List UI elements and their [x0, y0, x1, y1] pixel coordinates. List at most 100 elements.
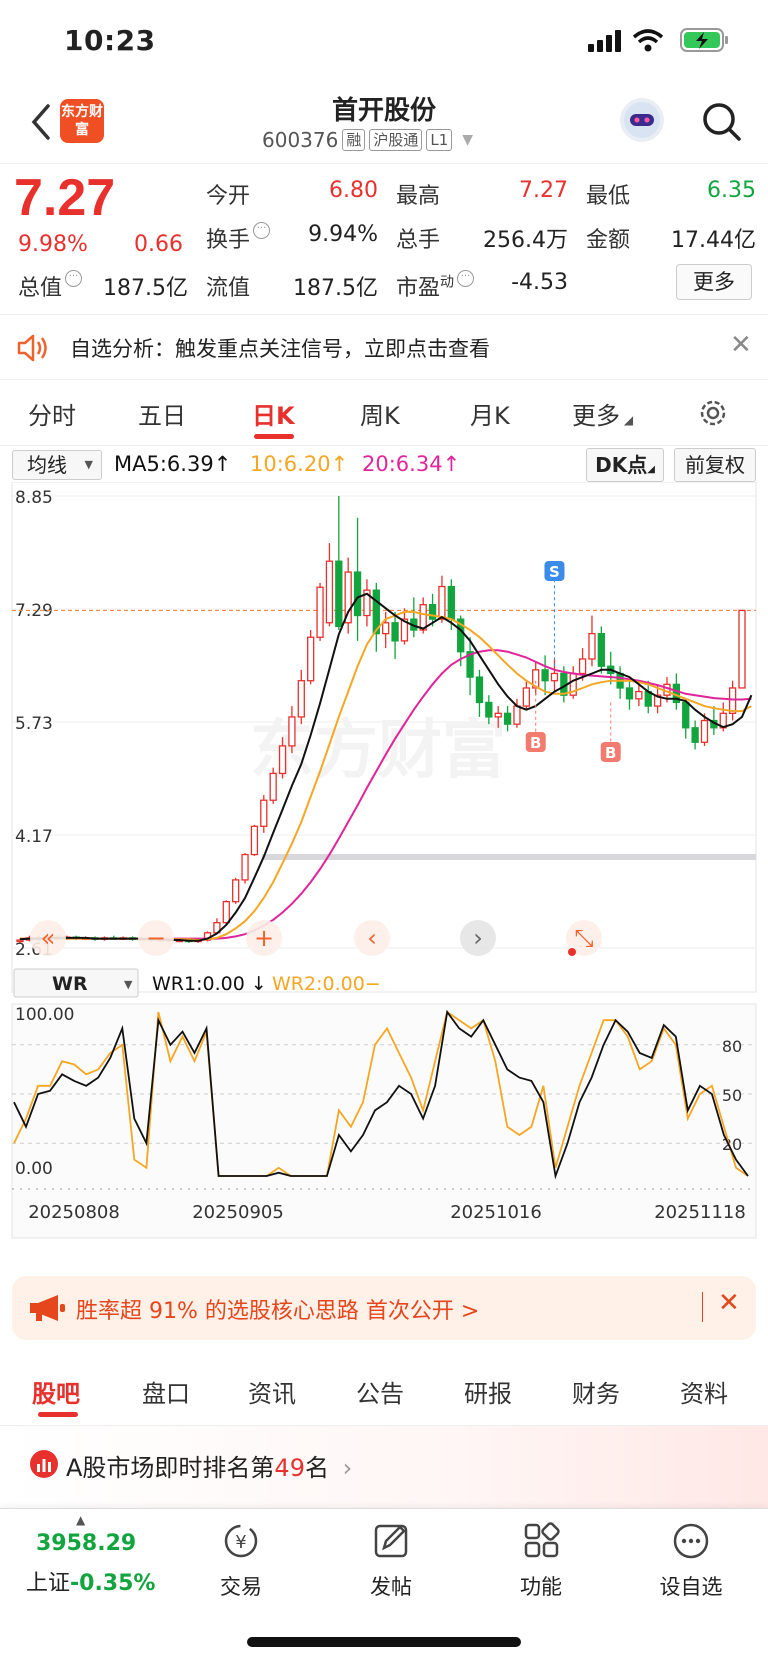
y-tick-label: 5.73	[15, 714, 53, 734]
promo-banner[interactable]: 胜率超 91% 的选股核心思路 首次公开 > ✕	[12, 1276, 756, 1340]
dropdown-triangle-icon[interactable]: ▼	[462, 132, 473, 148]
nav-add-watchlist-label: 设自选	[659, 1575, 723, 1599]
candle-down	[541, 669, 549, 682]
bottom-navigation: ▲ 3958.29 上证-0.35% ¥ 交易 发帖 功能 设自选	[0, 1508, 768, 1663]
candle-down	[428, 604, 437, 620]
x-tick-label: 20250905	[192, 1202, 284, 1223]
period-tabs: 分时 五日 日K 周K 月K 更多 ◢	[0, 380, 768, 446]
fullscreen-icon[interactable]: ⤡	[574, 924, 593, 952]
ma10-label: 10:6.20↑	[250, 452, 349, 476]
quote-value-volume: 256.4万	[483, 228, 568, 253]
assistant-robot-icon[interactable]	[620, 98, 664, 142]
tab-weekly-k[interactable]: 周K	[360, 396, 400, 431]
analysis-alert[interactable]: 自选分析：触发重点关注信号，立即点击查看 ✕	[0, 314, 768, 380]
scroll-right-icon[interactable]: ›	[473, 924, 483, 952]
market-rank-row[interactable]: A股市场即时排名第49名 ›	[0, 1426, 768, 1508]
tab-monthly-k[interactable]: 月K	[470, 396, 510, 431]
scroll-left-fast-icon[interactable]: «	[41, 924, 56, 952]
nav-trade[interactable]: ¥ 交易	[196, 1521, 286, 1601]
wr-tick-bottom: 0.00	[15, 1159, 53, 1179]
support-band	[262, 854, 756, 860]
tab-profile[interactable]: 资料	[680, 1374, 728, 1409]
banner-divider	[702, 1292, 703, 1322]
index-value[interactable]: 3958.29	[36, 1531, 136, 1556]
tab-research[interactable]: 研报	[464, 1374, 512, 1409]
candle-down	[625, 687, 634, 700]
tab-announcements[interactable]: 公告	[356, 1374, 404, 1409]
quote-label-float-cap: 流值	[206, 276, 251, 301]
tab-finance[interactable]: 财务	[572, 1374, 620, 1409]
status-time: 10:23	[64, 24, 156, 57]
quote-label-high: 最高	[396, 184, 441, 209]
quote-label-pe: 市盈动 ···	[396, 270, 475, 302]
ma5-label: MA5:6.39↑	[114, 452, 232, 476]
edit-post-icon	[374, 1524, 408, 1558]
content-tabs: 股吧 盘口 资讯 公告 研报 财务 资料	[0, 1360, 768, 1426]
index-label[interactable]: 上证-0.35%	[26, 1565, 155, 1597]
adjust-button[interactable]: 前复权	[674, 448, 756, 482]
quote-value-open: 6.80	[329, 178, 378, 203]
wr-right-tick: 50	[722, 1086, 742, 1105]
candle-up	[288, 716, 296, 747]
candle-up	[325, 560, 334, 624]
kline-svg[interactable]: 8.857.295.734.172.61东方财富SBB« − + ‹ › ⤡WR ▼ WR1:…	[0, 482, 768, 1242]
candle-down	[475, 676, 484, 704]
trade-icon: ¥	[224, 1524, 258, 1558]
tab-intraday[interactable]: 分时	[28, 396, 76, 431]
zoom-out-icon[interactable]: −	[146, 924, 166, 952]
candle-up	[232, 879, 240, 903]
expand-arrow-icon[interactable]: ▲	[76, 1513, 85, 1527]
close-icon[interactable]: ✕	[730, 330, 752, 360]
quote-value-high: 7.27	[519, 178, 568, 203]
settings-gear-icon[interactable]	[696, 396, 730, 430]
close-icon[interactable]: ✕	[718, 1288, 740, 1318]
tab-daily-k[interactable]: 日K	[252, 396, 295, 431]
info-icon[interactable]: ···	[65, 270, 83, 287]
change-amount: 0.66	[134, 232, 183, 257]
quote-panel: 7.27 9.98% 0.66 今开 6.80 最高 7.27 最低 6.35 …	[0, 164, 768, 314]
tab-order-book[interactable]: 盘口	[142, 1374, 190, 1409]
candle-up	[578, 658, 587, 675]
tab-forum[interactable]: 股吧	[32, 1374, 80, 1409]
active-tab-underline	[38, 1412, 78, 1417]
candle-down	[682, 701, 690, 729]
y-tick-label: 8.85	[15, 488, 53, 508]
candle-up	[222, 900, 230, 924]
search-icon[interactable]	[700, 100, 744, 144]
info-icon[interactable]: ···	[253, 222, 271, 239]
quote-value-market-cap: 187.5亿	[103, 276, 188, 301]
more-button[interactable]: 更多	[676, 264, 752, 300]
nav-add-watchlist[interactable]: 设自选	[646, 1521, 736, 1601]
dk-point-button[interactable]: DK点◢	[586, 448, 664, 482]
nav-functions[interactable]: 功能	[496, 1521, 586, 1601]
quote-value-amount: 17.44亿	[671, 228, 756, 253]
wr1-label: WR1:0.00 ↓	[152, 973, 267, 995]
wifi-icon	[632, 29, 664, 52]
candle-up	[16, 939, 24, 943]
quote-value-float-cap: 187.5亿	[293, 276, 378, 301]
scroll-left-icon[interactable]: ‹	[367, 924, 377, 952]
quote-label-amount: 金额	[586, 228, 631, 253]
active-tab-underline	[254, 434, 294, 439]
signal-icon	[588, 30, 621, 52]
candle-up	[550, 672, 559, 682]
candle-up	[522, 687, 530, 707]
tag-connect: 沪股通	[369, 129, 423, 151]
kline-chart-area: 均线 ▼ MA5:6.39↑ 10:6.20↑ 20:6.34↑ DK点◢ 前复权…	[0, 446, 768, 1276]
info-icon[interactable]: ···	[457, 270, 475, 287]
indicator-select[interactable]: 均线 ▼	[12, 450, 102, 480]
tab-news[interactable]: 资讯	[248, 1374, 296, 1409]
candle-up	[260, 799, 268, 827]
nav-post[interactable]: 发帖	[346, 1521, 436, 1601]
grid-functions-icon	[524, 1522, 560, 1558]
banner-text: 胜率超 91% 的选股核心思路 首次公开 >	[76, 1299, 480, 1324]
x-tick-label: 20250808	[28, 1202, 120, 1223]
tag-margin: 融	[342, 129, 366, 151]
x-tick-label: 20251016	[450, 1202, 542, 1223]
pe-superscript: 动	[440, 274, 455, 291]
nav-functions-label: 功能	[520, 1575, 562, 1599]
tab-more[interactable]: 更多 ◢	[572, 396, 633, 431]
tab-five-day[interactable]: 五日	[138, 396, 186, 431]
quote-label-turnover: 换手 ···	[206, 222, 271, 254]
zoom-in-icon[interactable]: +	[254, 924, 274, 952]
